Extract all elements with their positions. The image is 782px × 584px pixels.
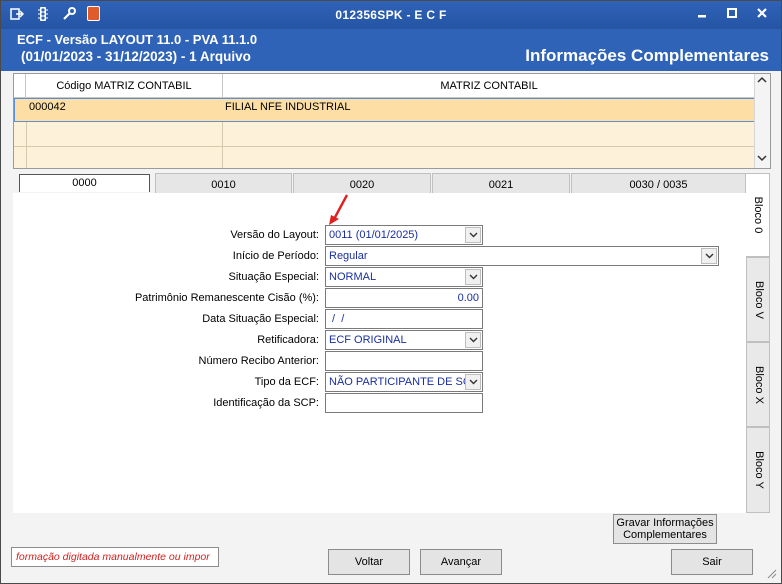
identificacao-scp-input[interactable]: [325, 393, 483, 413]
window-title: 012356SPK - E C F: [335, 8, 447, 22]
scroll-up-icon[interactable]: [757, 76, 767, 87]
label-identificacao-scp: Identificação da SCP:: [213, 397, 319, 409]
label-tipo-ecf: Tipo da ECF:: [254, 376, 319, 388]
cell-codigo: 000042: [29, 101, 66, 113]
matriz-grid[interactable]: Código MATRIZ CONTABIL MATRIZ CONTABIL 0…: [13, 73, 771, 169]
scroll-down-icon[interactable]: [757, 154, 767, 165]
situacao-especial-value: NORMAL: [329, 271, 377, 283]
tab-0010[interactable]: 0010: [155, 173, 292, 195]
tab-bloco-v-label: Bloco V: [753, 280, 765, 319]
column-header-codigo[interactable]: Código MATRIZ CONTABIL: [26, 80, 222, 92]
chevron-down-icon[interactable]: [465, 227, 481, 243]
inicio-periodo-select[interactable]: Regular: [325, 246, 719, 266]
numero-recibo-input[interactable]: [325, 351, 483, 371]
tipo-ecf-value: NÃO PARTICIPANTE DE SCP: [329, 376, 479, 388]
gravar-label-line2: Complementares: [623, 529, 707, 541]
grid-scrollbar[interactable]: [754, 74, 770, 168]
tab-bloco-0[interactable]: Bloco 0: [746, 173, 770, 257]
annotation-arrow-icon: [329, 194, 349, 225]
label-situacao-especial: Situação Especial:: [228, 271, 320, 283]
tab-bloco-x[interactable]: Bloco X: [746, 342, 770, 427]
grid-header: Código MATRIZ CONTABIL MATRIZ CONTABIL: [14, 74, 755, 98]
chevron-down-icon[interactable]: [465, 374, 481, 390]
title-bar: 012356SPK - E C F: [1, 1, 781, 29]
tab-0030-0035[interactable]: 0030 / 0035: [571, 173, 746, 195]
avancar-button[interactable]: Avançar: [420, 549, 502, 575]
versao-layout-select[interactable]: 0011 (01/01/2025): [325, 225, 483, 245]
chevron-down-icon[interactable]: [701, 248, 717, 264]
label-versao-layout: Versão do Layout:: [230, 229, 319, 241]
column-header-matriz[interactable]: MATRIZ CONTABIL: [223, 80, 755, 92]
gravar-label-line1: Gravar Informações: [616, 517, 714, 529]
close-button[interactable]: [755, 6, 769, 20]
cell-matriz: FILIAL NFE INDUSTRIAL: [225, 101, 351, 113]
tab-bloco-0-label: Bloco 0: [752, 196, 764, 234]
row-selector-header: [14, 74, 26, 98]
tab-bloco-v[interactable]: Bloco V: [746, 257, 770, 342]
retificadora-value: ECF ORIGINAL: [329, 334, 407, 346]
register-tabs: 0000 0010 0020 0021 0030 / 0035: [13, 173, 746, 195]
table-row[interactable]: 000042 FILIAL NFE INDUSTRIAL: [14, 98, 756, 122]
retificadora-select[interactable]: ECF ORIGINAL: [325, 330, 483, 350]
gravar-informacoes-button[interactable]: Gravar Informações Complementares: [613, 514, 717, 544]
label-numero-recibo: Número Recibo Anterior:: [198, 355, 319, 367]
tipo-ecf-select[interactable]: NÃO PARTICIPANTE DE SCP: [325, 372, 483, 392]
inicio-periodo-value: Regular: [329, 250, 368, 262]
tab-bloco-x-label: Bloco X: [753, 365, 765, 404]
label-retificadora: Retificadora:: [257, 334, 319, 346]
label-inicio-periodo: Início de Período:: [232, 250, 319, 262]
chevron-down-icon[interactable]: [465, 269, 481, 285]
section-title: Informações Complementares: [525, 46, 769, 65]
tab-bloco-y[interactable]: Bloco Y: [746, 427, 770, 513]
situacao-especial-select[interactable]: NORMAL: [325, 267, 483, 287]
label-data-situacao: Data Situação Especial:: [202, 313, 319, 325]
tab-0021[interactable]: 0021: [432, 173, 570, 195]
data-situacao-input[interactable]: / /: [325, 309, 483, 329]
label-patrimonio: Patrimônio Remanescente Cisão (%):: [134, 292, 319, 304]
tab-0020[interactable]: 0020: [293, 173, 431, 195]
ecf-window: 012356SPK - E C F ECF - Versão LAYOUT 11…: [0, 0, 782, 584]
tab-0000[interactable]: 0000: [19, 174, 150, 192]
maximize-button[interactable]: [725, 6, 739, 20]
period-info: (01/01/2023 - 31/12/2023) - 1 Arquivo: [21, 49, 251, 64]
chevron-down-icon[interactable]: [465, 332, 481, 348]
block-tabs: Bloco 0 Bloco V Bloco X Bloco Y: [746, 173, 770, 513]
header-band: ECF - Versão LAYOUT 11.0 - PVA 11.1.0 (0…: [1, 29, 781, 71]
voltar-button[interactable]: Voltar: [328, 549, 410, 575]
minimize-button[interactable]: [695, 6, 709, 20]
tab-bloco-y-label: Bloco Y: [753, 451, 765, 489]
version-info: ECF - Versão LAYOUT 11.0 - PVA 11.1.0: [17, 32, 258, 47]
status-message: formação digitada manualmente ou impor: [11, 547, 219, 567]
sair-button[interactable]: Sair: [671, 549, 753, 575]
versao-layout-value: 0011 (01/01/2025): [329, 229, 419, 241]
resize-grip-icon[interactable]: [767, 569, 777, 579]
patrimonio-input[interactable]: 0.00: [325, 288, 483, 308]
